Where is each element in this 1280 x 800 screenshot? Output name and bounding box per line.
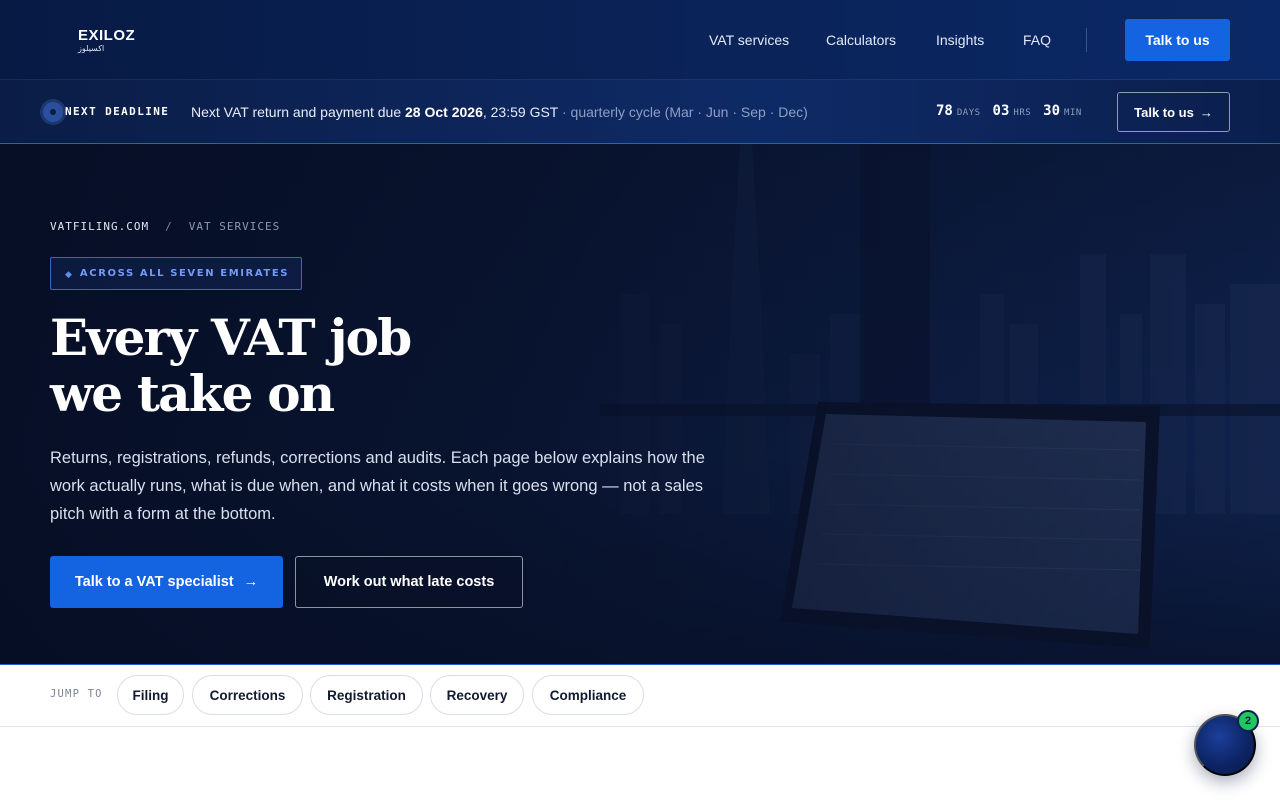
chat-unread-badge: 2 [1237,710,1259,732]
deadline-time: , 23:59 GST [482,104,559,120]
countdown-days-value: 78 [936,103,953,119]
page-title-line-2: we take on [50,364,335,423]
primary-cta-label: Talk to a VAT specialist [74,574,234,590]
badge-label: ACROSS ALL SEVEN EMIRATES [79,267,290,279]
deadline-cta-label: Talk to us [1134,104,1194,120]
brand-logo[interactable]: EXILOZ اكسيلوز [78,28,148,54]
jump-chip-recovery[interactable]: Recovery [430,675,524,715]
page-title-line-1: Every VAT job [50,308,412,367]
breadcrumb-home[interactable]: VATFILING.COM [50,220,149,234]
page-title: Every VAT job we take on [50,310,550,422]
nav-divider [1086,28,1087,52]
countdown-days-unit: DAYS [956,108,981,118]
breadcrumb-separator: / [165,220,173,233]
emirates-badge: ◆ ACROSS ALL SEVEN EMIRATES [50,257,302,290]
status-dot-icon [43,102,63,122]
nav-link-vat-services[interactable]: VAT services [709,31,789,49]
talk-to-us-button[interactable]: Talk to us [1125,19,1230,61]
brand-name-arabic: اكسيلوز [78,44,105,53]
nav-link-calculators[interactable]: Calculators [826,31,896,49]
countdown-minutes-value: 30 [1043,103,1061,119]
jump-chip-filing[interactable]: Filing [117,675,184,715]
breadcrumb-current: VAT SERVICES [188,220,281,233]
top-navigation: EXILOZ اكسيلوز VAT services Calculators … [0,0,1280,80]
hero-description: Returns, registrations, refunds, correct… [50,449,705,523]
deadline-countdown: 78 DAYS 03 HRS 30 MIN [936,103,1094,119]
jump-chip-compliance[interactable]: Compliance [532,675,644,715]
countdown-hours-unit: HRS [1013,108,1032,118]
arrow-right-icon: → [243,574,259,590]
nav-link-insights[interactable]: Insights [936,31,984,49]
deadline-label: NEXT DEADLINE [65,105,170,118]
jump-chip-corrections[interactable]: Corrections [192,675,303,715]
deadline-talk-to-us-button[interactable]: Talk to us → [1117,92,1230,132]
deadline-cycle: · quarterly cycle (Mar · Jun · Sep · Dec… [558,104,808,120]
breadcrumb: VATFILING.COM / VAT SERVICES [50,220,280,234]
deadline-prefix: Next VAT return and payment due [191,104,406,120]
arrow-right-icon: → [1199,104,1213,120]
diamond-icon: ◆ [65,268,72,279]
deadline-text: Next VAT return and payment due 28 Oct 2… [191,103,808,121]
countdown-hours-value: 03 [992,103,1010,119]
brand-name: EXILOZ [78,27,136,44]
deadline-date: 28 Oct 2026 [405,104,483,120]
talk-to-vat-specialist-button[interactable]: Talk to a VAT specialist → [50,556,283,608]
nav-link-faq[interactable]: FAQ [1023,31,1051,49]
jump-chip-registration[interactable]: Registration [310,675,423,715]
late-cost-calculator-button[interactable]: Work out what late costs [295,556,523,608]
jump-to-label: JUMP TO [50,688,103,700]
countdown-minutes-unit: MIN [1064,108,1082,118]
